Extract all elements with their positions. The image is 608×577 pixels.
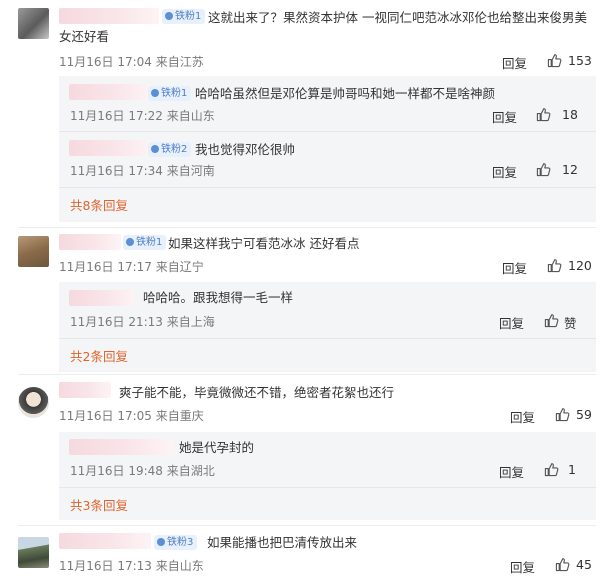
- fan-badge-icon: [151, 89, 159, 97]
- reply-text: 她是代孕封的: [179, 440, 255, 455]
- comment-meta: 11月16日 17:17 来自辽宁: [59, 260, 204, 274]
- like-icon[interactable]: [544, 462, 559, 477]
- reply-text: 我也觉得邓伦很帅: [195, 142, 296, 157]
- avatar[interactable]: [18, 236, 49, 267]
- reply-button[interactable]: 回复: [502, 258, 527, 277]
- like-icon[interactable]: [555, 407, 570, 422]
- reply-divider: [59, 487, 596, 488]
- fan-badge-icon: [151, 145, 159, 153]
- more-replies-link[interactable]: 共3条回复: [70, 495, 128, 514]
- fan-badge-icon: [157, 538, 165, 546]
- comment-meta: 11月16日 17:05 来自重庆: [59, 409, 204, 423]
- comment-text: 如果能播也把巴清传放出来: [207, 535, 358, 550]
- reply-button[interactable]: 回复: [499, 313, 524, 332]
- reply-button[interactable]: 回复: [510, 407, 535, 426]
- comment-text: 这就出来了？果然资本护体 一视同仁吧范冰冰邓伦也给整出来俊男美女还好看: [59, 10, 587, 44]
- comment-divider: [18, 525, 596, 526]
- fan-badge: 铁粉2: [148, 142, 192, 157]
- reply-button[interactable]: 回复: [492, 162, 517, 181]
- like-icon[interactable]: [544, 313, 559, 328]
- reply-button[interactable]: 回复: [502, 53, 527, 72]
- fan-badge: 铁粉1: [123, 235, 167, 250]
- like-count: 153: [568, 53, 592, 68]
- reply-meta: 11月16日 17:34 来自河南: [70, 164, 215, 178]
- username-blurred[interactable]: [59, 533, 151, 549]
- comment-text: 爽子能不能，毕竟微微还不错，绝密者花絮也还行: [119, 385, 395, 400]
- like-count: 1: [568, 462, 576, 477]
- reply-list: 铁粉1 哈哈哈虽然但是邓伦算是帅哥吗和她一样都不是啥神颜 11月16日 17:2…: [59, 76, 596, 222]
- reply-button[interactable]: 回复: [492, 107, 517, 126]
- reply-meta: 11月16日 21:13 来自上海: [70, 315, 215, 329]
- comment-meta: 11月16日 17:04 来自江苏: [59, 55, 204, 69]
- like-icon[interactable]: [555, 557, 570, 572]
- avatar[interactable]: [18, 537, 49, 568]
- comment-divider: [18, 227, 596, 228]
- comment-meta: 11月16日 17:13 来自山东: [59, 559, 204, 573]
- username-blurred[interactable]: [59, 234, 121, 250]
- reply-text: 哈哈哈虽然但是邓伦算是帅哥吗和她一样都不是啥神颜: [195, 86, 496, 101]
- reply-divider: [59, 131, 596, 132]
- like-count: 120: [568, 258, 592, 273]
- reply-button[interactable]: 回复: [499, 462, 524, 481]
- fan-badge-icon: [126, 238, 134, 246]
- reply-divider: [59, 338, 596, 339]
- reply-text: 哈哈哈。跟我想得一毛一样: [143, 290, 294, 305]
- reply-meta: 11月16日 17:22 来自山东: [70, 109, 215, 123]
- reply-meta: 11月16日 19:48 来自湖北: [70, 464, 215, 478]
- like-count: 赞: [564, 316, 577, 331]
- username-blurred[interactable]: [69, 290, 135, 306]
- reply-list: 她是代孕封的 11月16日 19:48 来自湖北 回复 1 共3条回复: [59, 432, 596, 520]
- like-count: 45: [576, 557, 592, 572]
- more-replies-link[interactable]: 共8条回复: [70, 195, 128, 214]
- like-count: 18: [562, 107, 578, 122]
- more-replies-link[interactable]: 共2条回复: [70, 346, 128, 365]
- avatar[interactable]: [18, 8, 49, 39]
- like-icon[interactable]: [536, 162, 551, 177]
- comment-text: 如果这样我宁可看范冰冰 还好看点: [168, 236, 360, 251]
- like-icon[interactable]: [536, 107, 551, 122]
- avatar[interactable]: [18, 387, 49, 418]
- like-icon[interactable]: [547, 53, 562, 68]
- like-icon[interactable]: [547, 258, 562, 273]
- reply-list: 哈哈哈。跟我想得一毛一样 11月16日 21:13 来自上海 回复 赞 共2条回…: [59, 282, 596, 372]
- username-blurred[interactable]: [69, 84, 151, 100]
- fan-badge: 铁粉1: [148, 86, 192, 101]
- fan-badge: 铁粉3: [154, 535, 198, 550]
- reply-divider: [59, 187, 596, 188]
- comment-divider: [18, 374, 596, 375]
- username-blurred[interactable]: [59, 382, 111, 398]
- username-blurred[interactable]: [69, 140, 151, 156]
- like-count: 12: [562, 162, 578, 177]
- username-blurred[interactable]: [69, 439, 173, 455]
- like-count: 59: [576, 407, 592, 422]
- reply-button[interactable]: 回复: [510, 557, 535, 576]
